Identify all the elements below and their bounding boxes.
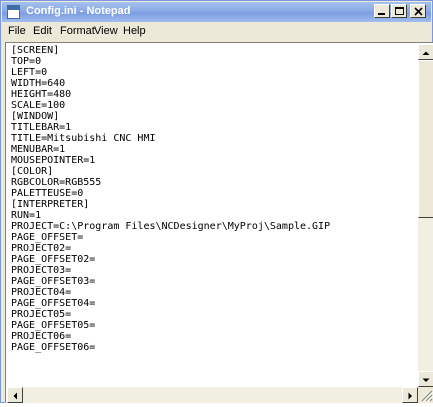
maximize-icon xyxy=(395,7,404,15)
scroll-up-button[interactable] xyxy=(418,44,433,60)
text-line: PALETTEUSE=0 xyxy=(11,188,84,199)
editor-frame: [SCREEN] TOP=0 LEFT=0 WIDTH=640 HEIGHT=4… xyxy=(5,42,433,403)
text-line: PROJECT05= xyxy=(11,309,72,320)
menu-help[interactable]: Help xyxy=(123,25,146,37)
arrow-up-icon xyxy=(422,51,430,55)
scroll-left-button[interactable] xyxy=(7,387,23,403)
text-editor[interactable]: [SCREEN] TOP=0 LEFT=0 WIDTH=640 HEIGHT=4… xyxy=(7,44,418,387)
menu-file[interactable]: File xyxy=(8,25,26,37)
vertical-scroll-thumb[interactable] xyxy=(418,60,433,218)
size-grip[interactable] xyxy=(418,387,433,403)
text-line: PROJECT=C:\Program Files\NCDesigner\MyPr… xyxy=(11,221,331,232)
menu-format[interactable]: Format xyxy=(60,25,95,37)
text-line: TOP=0 xyxy=(11,56,42,67)
scroll-right-button[interactable] xyxy=(402,387,418,403)
text-line: PROJECT02= xyxy=(11,243,72,254)
arrow-left-icon xyxy=(13,392,17,400)
text-line: [INTERPRETER] xyxy=(11,199,90,210)
text-line: [COLOR] xyxy=(11,166,54,177)
minimize-icon xyxy=(378,13,385,15)
text-line: PROJECT04= xyxy=(11,287,72,298)
notepad-window: Config.ini - Notepad File Edit Format Vi… xyxy=(0,0,433,403)
scroll-down-button[interactable] xyxy=(418,371,433,387)
text-line: TITLE=Mitsubishi CNC HMI xyxy=(11,133,156,144)
text-line: RGBCOLOR=RGB555 xyxy=(11,177,102,188)
text-line: PAGE_OFFSET02= xyxy=(11,254,96,265)
vertical-scrollbar[interactable] xyxy=(418,44,433,387)
text-line: [WINDOW] xyxy=(11,111,60,122)
close-icon xyxy=(414,7,423,16)
text-line: PROJECT03= xyxy=(11,265,72,276)
resize-grip-icon xyxy=(421,390,433,403)
notepad-icon[interactable] xyxy=(7,5,20,19)
text-line: PROJECT06= xyxy=(11,331,72,342)
text-line: SCALE=100 xyxy=(11,100,66,111)
arrow-right-icon xyxy=(408,392,412,400)
title-bar[interactable]: Config.ini - Notepad xyxy=(2,2,431,22)
text-line: HEIGHT=480 xyxy=(11,89,72,100)
arrow-down-icon xyxy=(422,378,430,382)
minimize-button[interactable] xyxy=(374,4,390,18)
text-line: MENUBAR=1 xyxy=(11,144,66,155)
text-line: RUN=1 xyxy=(11,210,42,221)
text-line: PAGE_OFFSET= xyxy=(11,232,84,243)
text-line: TITLEBAR=1 xyxy=(11,122,72,133)
menu-edit[interactable]: Edit xyxy=(33,25,52,37)
text-line: [SCREEN] xyxy=(11,45,60,56)
close-button[interactable] xyxy=(410,4,426,18)
window-title: Config.ini - Notepad xyxy=(26,5,131,17)
menu-view[interactable]: View xyxy=(94,25,118,37)
text-line: MOUSEPOINTER=1 xyxy=(11,155,96,166)
text-line: PAGE_OFFSET04= xyxy=(11,298,96,309)
menu-bar: File Edit Format View Help xyxy=(2,22,431,41)
text-line: PAGE_OFFSET06= xyxy=(11,342,96,353)
maximize-button[interactable] xyxy=(391,4,407,18)
text-line: LEFT=0 xyxy=(11,67,48,78)
text-line: PAGE_OFFSET03= xyxy=(11,276,96,287)
text-line: WIDTH=640 xyxy=(11,78,66,89)
text-line: PAGE_OFFSET05= xyxy=(11,320,96,331)
horizontal-scrollbar[interactable] xyxy=(7,387,418,403)
